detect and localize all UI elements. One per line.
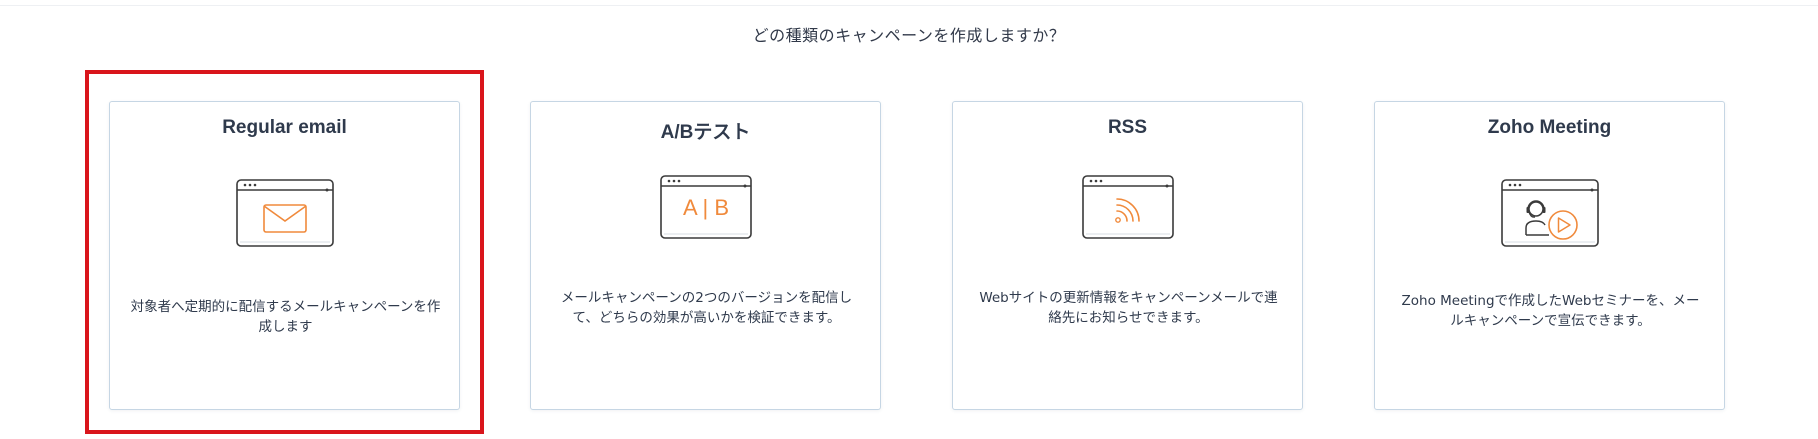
card-title: RSS [1107, 117, 1148, 138]
ab-icon-text: A | B [682, 195, 728, 220]
card-ab-test[interactable]: A/Bテスト A | B メールキャンペーンの2つのバージョンを配信して、どちら… [530, 101, 881, 410]
card-title: A/Bテスト [660, 122, 751, 143]
card-rss[interactable]: RSS Webサイトの更新情報をキャンペーンメールで連絡先にお知らせできます。 [952, 101, 1303, 410]
envelope-icon [235, 179, 334, 251]
card-description: Webサイトの更新情報をキャンペーンメールで連絡先にお知らせできます。 [979, 290, 1278, 326]
rss-icon [1081, 175, 1174, 243]
card-zoho-meeting[interactable]: Zoho Meeting Zoho Meetingで作成したWebセミナーを、メ… [1374, 101, 1725, 410]
webinar-icon [1500, 179, 1599, 251]
campaign-type-question: どの種類のキャンペーンを作成しますか？ [752, 26, 1066, 45]
ab-test-icon: A | B [659, 175, 752, 243]
top-divider [0, 5, 1818, 6]
card-regular-email[interactable]: Regular email 対象者へ定期的に配信するメールキャンペーンを作成しま… [109, 101, 460, 410]
card-description: Zoho Meetingで作成したWebセミナーを、メールキャンペーンで宣伝でき… [1401, 293, 1700, 329]
card-description: 対象者へ定期的に配信するメールキャンペーンを作成します [130, 299, 441, 335]
card-title: Zoho Meeting [1487, 117, 1612, 138]
card-description: メールキャンペーンの2つのバージョンを配信して、どちらの効果が高いかを検証できま… [560, 290, 853, 326]
card-title: Regular email [222, 117, 347, 138]
